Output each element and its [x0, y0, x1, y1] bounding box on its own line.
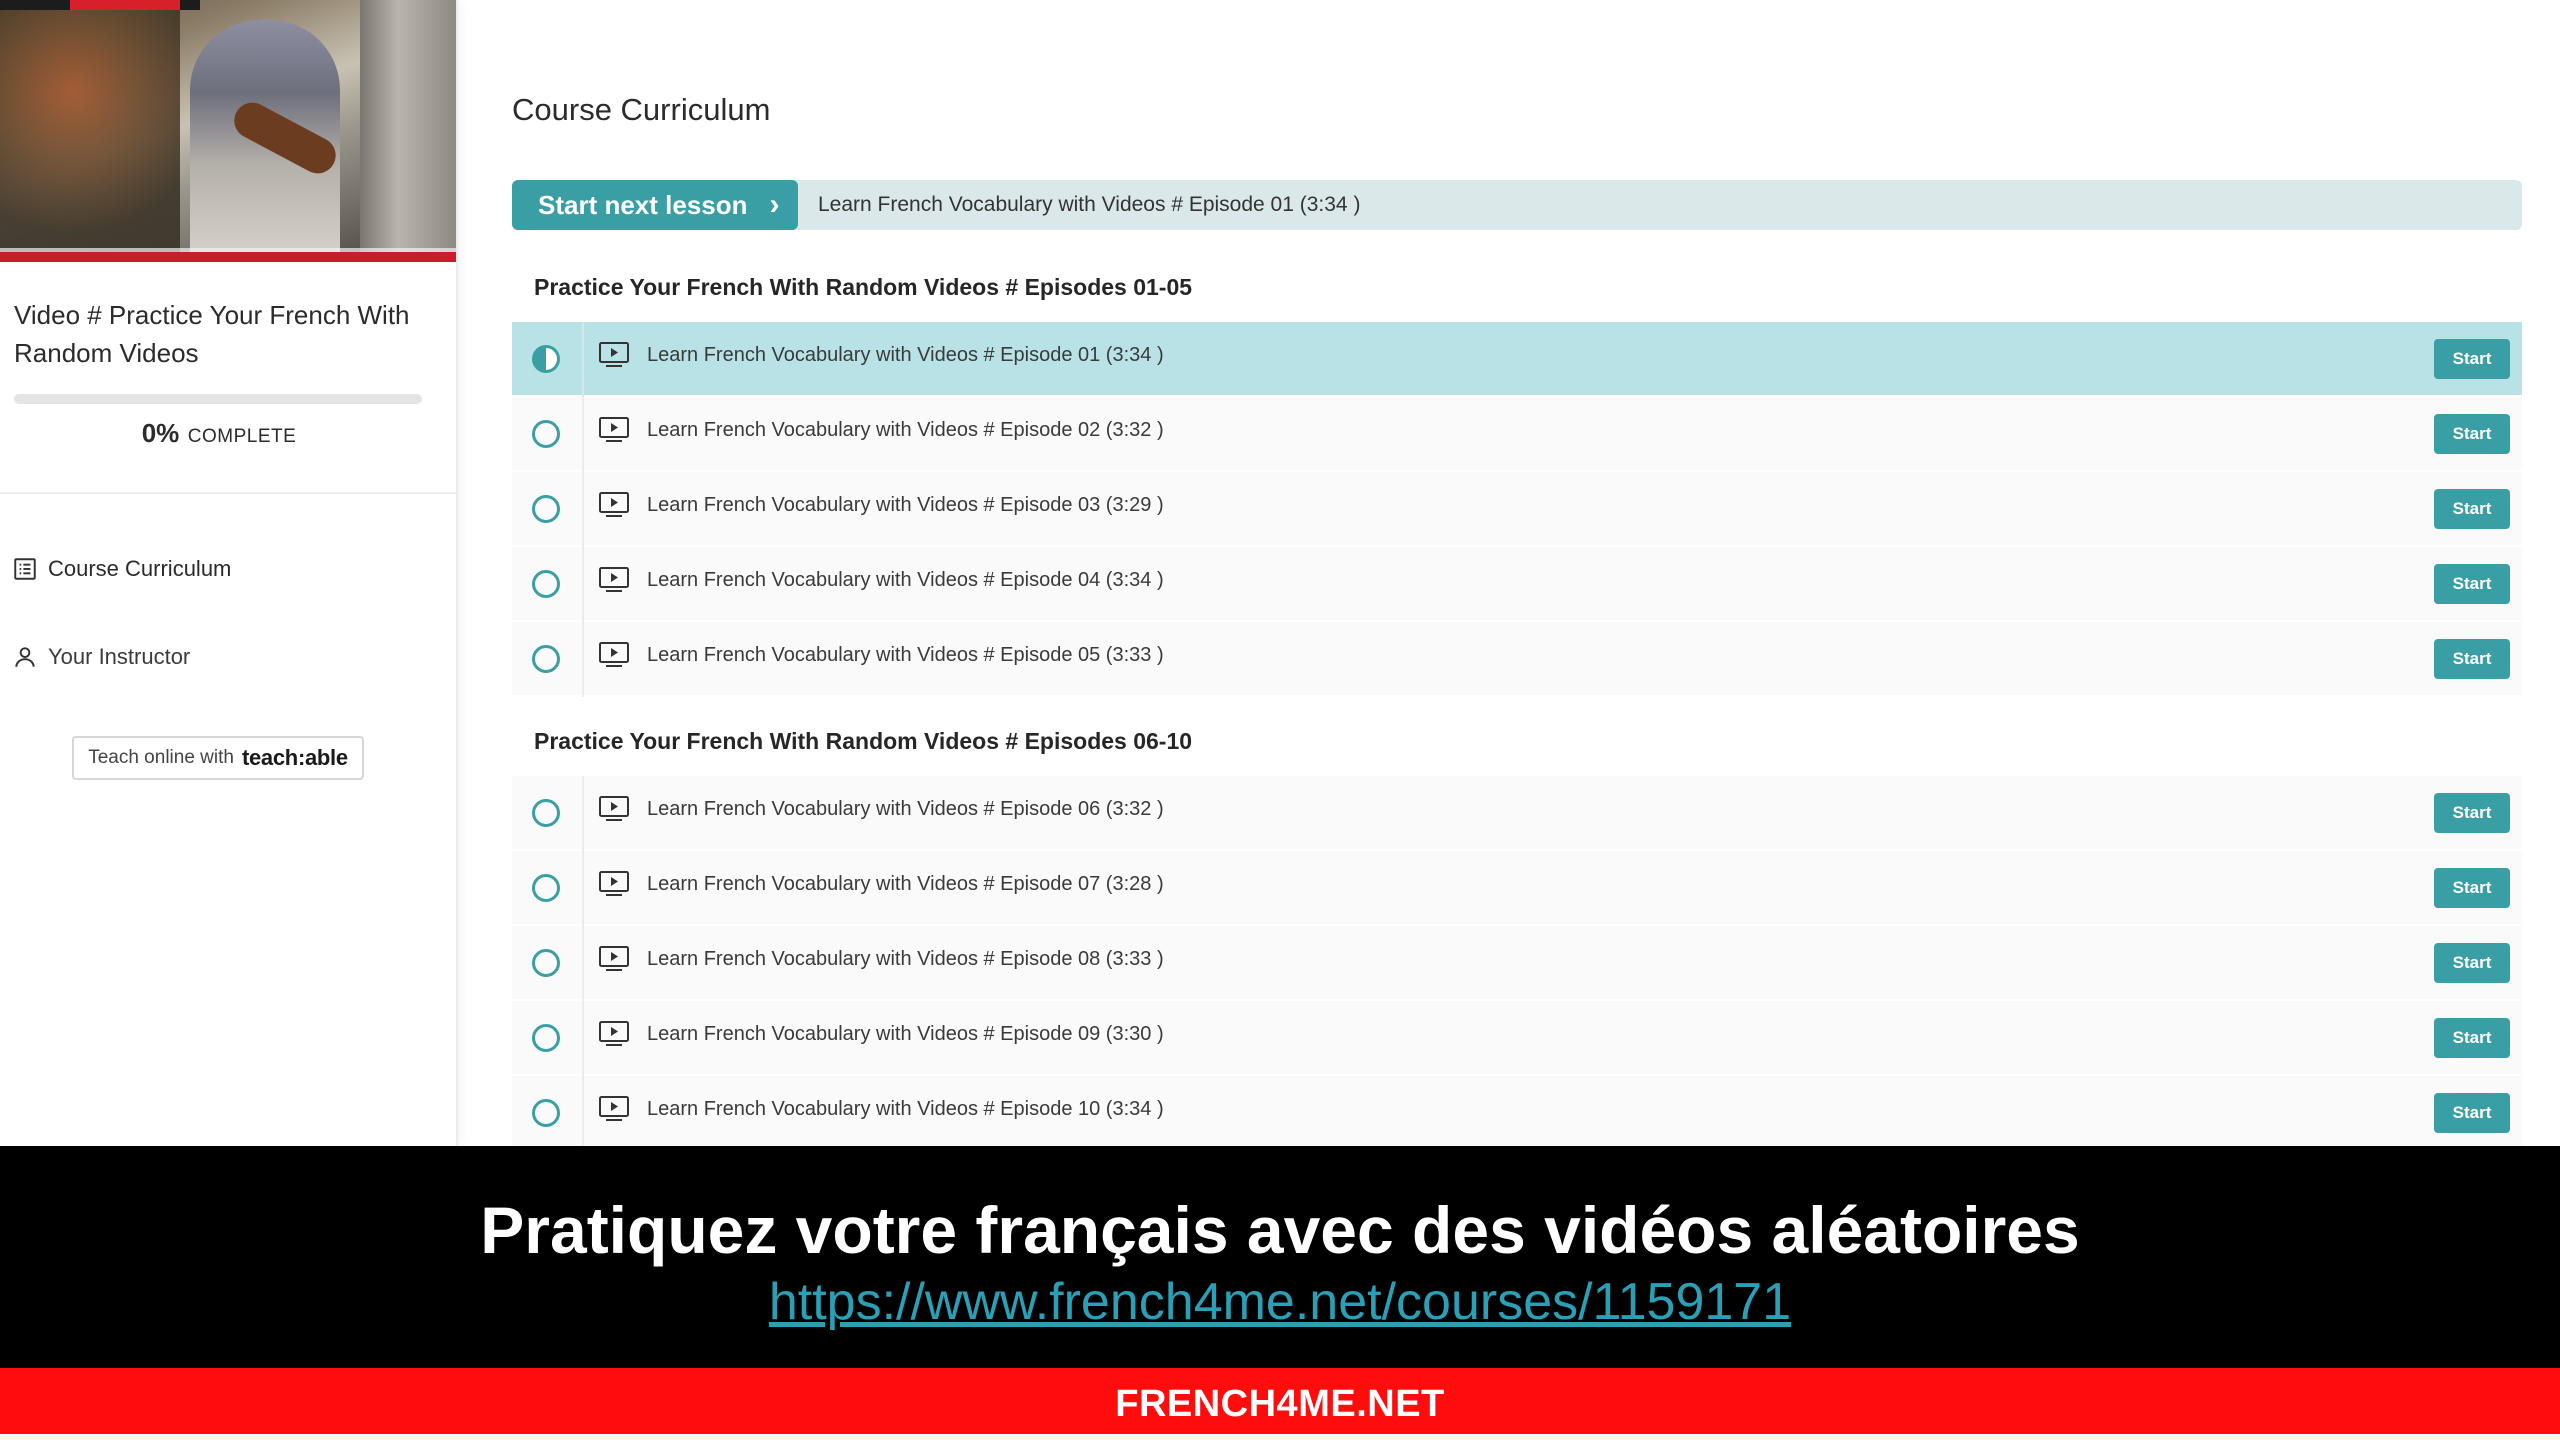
sidebar: Video # Practice Your French With Random…	[0, 0, 458, 1146]
start-lesson-button[interactable]: Start	[2434, 943, 2510, 983]
video-lesson-icon	[599, 342, 629, 367]
page-title: Course Curriculum	[512, 92, 771, 127]
row-divider	[582, 851, 584, 926]
row-divider	[582, 926, 584, 1001]
lesson-row[interactable]: Learn French Vocabulary with Videos # Ep…	[512, 322, 2522, 397]
caption-banner: Pratiquez votre français avec des vidéos…	[0, 1146, 2560, 1368]
next-lesson-bar: Start next lesson › Learn French Vocabul…	[512, 180, 2522, 230]
lesson-row[interactable]: Learn French Vocabulary with Videos # Ep…	[512, 776, 2522, 851]
video-lesson-icon	[599, 796, 629, 821]
sidebar-item-course-curriculum[interactable]: Course Curriculum	[12, 556, 231, 582]
thumbnail-pillar	[360, 0, 456, 262]
start-lesson-button[interactable]: Start	[2434, 793, 2510, 833]
lesson-row[interactable]: Learn French Vocabulary with Videos # Ep…	[512, 472, 2522, 547]
video-lesson-icon	[599, 1096, 629, 1121]
lesson-title: Learn French Vocabulary with Videos # Ep…	[647, 418, 1164, 441]
video-lesson-icon	[599, 1021, 629, 1046]
row-divider	[582, 472, 584, 547]
lesson-title: Learn French Vocabulary with Videos # Ep…	[647, 568, 1164, 591]
lesson-status-icon	[532, 345, 560, 373]
progress-percent: 0%	[141, 418, 180, 448]
sidebar-item-label: Course Curriculum	[48, 556, 232, 581]
teachable-logo: teach:able	[241, 745, 348, 770]
start-lesson-button[interactable]: Start	[2434, 564, 2510, 604]
start-lesson-button[interactable]: Start	[2434, 339, 2510, 379]
course-title: Video # Practice Your French With Random…	[14, 300, 410, 368]
course-thumbnail	[0, 0, 456, 262]
row-divider	[582, 397, 584, 472]
row-divider	[582, 322, 584, 397]
video-lesson-icon	[599, 567, 629, 592]
lesson-status-icon	[532, 874, 560, 902]
lesson-row[interactable]: Learn French Vocabulary with Videos # Ep…	[512, 547, 2522, 622]
lesson-row[interactable]: Learn French Vocabulary with Videos # Ep…	[512, 397, 2522, 472]
row-divider	[582, 1076, 584, 1151]
lesson-status-icon	[532, 1099, 560, 1127]
row-divider	[582, 776, 584, 851]
lesson-status-icon	[532, 570, 560, 598]
lesson-status-icon	[532, 949, 560, 977]
row-divider	[582, 622, 584, 697]
progress-label: COMPLETE	[187, 426, 297, 447]
start-lesson-button[interactable]: Start	[2434, 1093, 2510, 1133]
video-lesson-icon	[599, 417, 629, 442]
start-lesson-button[interactable]: Start	[2434, 639, 2510, 679]
lesson-title: Learn French Vocabulary with Videos # Ep…	[647, 1022, 1164, 1045]
footer-bar: FRENCH4ME.NET	[0, 1368, 2560, 1440]
lesson-status-icon	[532, 495, 560, 523]
section-title: Practice Your French With Random Videos …	[534, 728, 1193, 754]
lesson-row[interactable]: Learn French Vocabulary with Videos # Ep…	[512, 851, 2522, 926]
start-next-lesson-button[interactable]: Start next lesson ›	[512, 180, 798, 230]
lesson-list: Learn French Vocabulary with Videos # Ep…	[512, 776, 2522, 1151]
footer-site-name: FRENCH4ME.NET	[1115, 1382, 1445, 1425]
lesson-title: Learn French Vocabulary with Videos # Ep…	[647, 1097, 1164, 1120]
lesson-title: Learn French Vocabulary with Videos # Ep…	[647, 493, 1164, 516]
lesson-title: Learn French Vocabulary with Videos # Ep…	[647, 797, 1164, 820]
video-lesson-icon	[599, 642, 629, 667]
teachable-badge-link[interactable]: Teach online with teach:able	[72, 736, 364, 780]
lesson-title: Learn French Vocabulary with Videos # Ep…	[647, 872, 1164, 895]
lesson-row[interactable]: Learn French Vocabulary with Videos # Ep…	[512, 1001, 2522, 1076]
row-divider	[582, 1001, 584, 1076]
start-lesson-button[interactable]: Start	[2434, 414, 2510, 454]
progress-text: 0% COMPLETE	[0, 418, 438, 449]
lesson-row[interactable]: Learn French Vocabulary with Videos # Ep…	[512, 926, 2522, 1001]
start-next-lesson-label: Start next lesson	[538, 189, 748, 220]
lesson-title: Learn French Vocabulary with Videos # Ep…	[647, 343, 1164, 366]
teachable-prefix: Teach online with	[88, 747, 234, 768]
lesson-row[interactable]: Learn French Vocabulary with Videos # Ep…	[512, 622, 2522, 697]
start-lesson-button[interactable]: Start	[2434, 868, 2510, 908]
person-icon	[15, 647, 35, 667]
lesson-status-icon	[532, 645, 560, 673]
progress-bar	[14, 394, 422, 404]
lesson-row[interactable]: Learn French Vocabulary with Videos # Ep…	[512, 1076, 2522, 1151]
start-lesson-button[interactable]: Start	[2434, 489, 2510, 529]
lesson-title: Learn French Vocabulary with Videos # Ep…	[647, 643, 1164, 666]
sidebar-item-label: Your Instructor	[48, 644, 191, 669]
chevron-right-icon: ›	[769, 188, 780, 221]
video-lesson-icon	[599, 492, 629, 517]
thumbnail-top-band	[0, 0, 200, 10]
thumbnail-foliage	[0, 0, 180, 262]
sidebar-divider	[0, 492, 456, 494]
list-icon	[14, 558, 36, 580]
thumbnail-bottom-band	[0, 252, 456, 262]
section-title: Practice Your French With Random Videos …	[534, 274, 1193, 300]
banner-headline: Pratiquez votre français avec des vidéos…	[480, 1193, 2080, 1267]
sidebar-item-your-instructor[interactable]: Your Instructor	[12, 644, 190, 670]
row-divider	[582, 547, 584, 622]
lesson-list: Learn French Vocabulary with Videos # Ep…	[512, 322, 2522, 697]
lesson-title: Learn French Vocabulary with Videos # Ep…	[647, 947, 1164, 970]
next-lesson-title: Learn French Vocabulary with Videos # Ep…	[818, 193, 1361, 216]
lesson-status-icon	[532, 799, 560, 827]
video-lesson-icon	[599, 946, 629, 971]
footer-bottom-line	[0, 1434, 2560, 1440]
course-url-link[interactable]: https://www.french4me.net/courses/115917…	[0, 1272, 2560, 1332]
video-lesson-icon	[599, 871, 629, 896]
start-lesson-button[interactable]: Start	[2434, 1018, 2510, 1058]
lesson-status-icon	[532, 1024, 560, 1052]
lesson-status-icon	[532, 420, 560, 448]
